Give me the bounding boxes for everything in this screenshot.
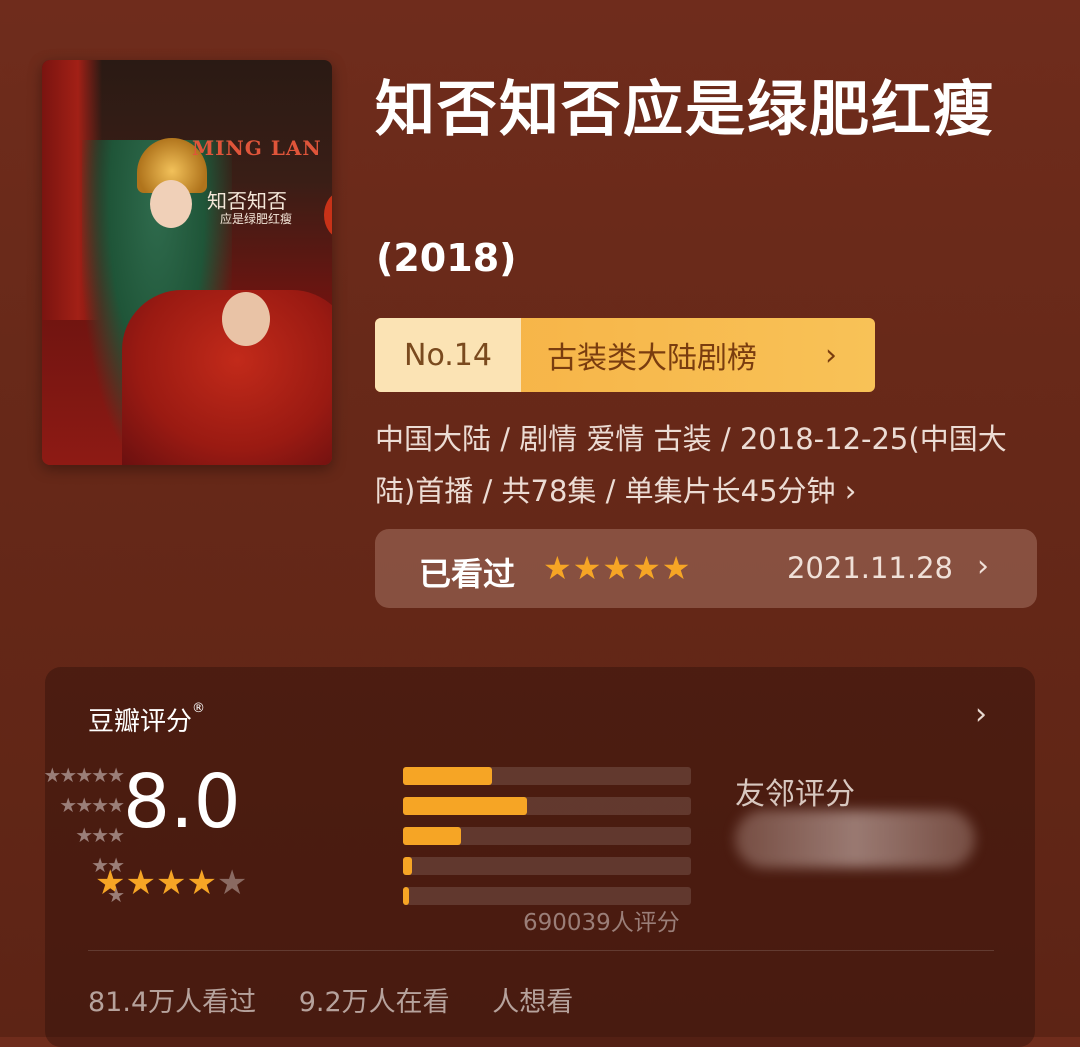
rating-header: 豆瓣评分®	[88, 701, 205, 738]
distribution-track	[403, 827, 691, 845]
stat-want: 人想看	[492, 987, 574, 1018]
ranking-category: 古装类大陆剧榜	[547, 341, 757, 376]
star-empty-icon: ★	[216, 863, 248, 903]
divider	[88, 950, 994, 951]
distribution-track	[403, 857, 691, 875]
show-year: (2018)	[376, 236, 517, 280]
show-meta[interactable]: 中国大陆 / 剧情 爱情 古装 / 2018-12-25(中国大陆)首播 / 共…	[375, 413, 1045, 517]
watched-status-bar[interactable]: 已看过 ★★★★★ 2021.11.28 ›	[375, 529, 1037, 608]
my-rating-stars: ★★★★★	[543, 549, 692, 587]
poster-image[interactable]: MING LAN 知否知否 应是绿肥红瘦	[42, 60, 332, 465]
stat-watched: 81.4万人看过	[88, 987, 257, 1018]
stat-watching: 9.2万人在看	[298, 987, 450, 1018]
show-title: 知否知否应是绿肥红瘦	[375, 75, 995, 145]
poster-lantern	[324, 192, 332, 238]
watched-label: 已看过	[419, 555, 516, 593]
rating-card[interactable]: 豆瓣评分® › 8.0 ★★★★★ ★★★★★ ★★★★ ★★★ ★★ ★ 690039…	[43, 667, 1035, 1047]
distribution-track	[403, 767, 691, 785]
rating-score: 8.0	[123, 759, 241, 845]
chevron-right-icon: ›	[977, 549, 989, 584]
poster-bride-face	[150, 180, 192, 228]
friends-rating-blurred	[735, 810, 975, 868]
distribution-bar	[403, 767, 493, 785]
distribution-star-label: ★★★	[75, 823, 125, 847]
watched-date: 2021.11.28	[786, 551, 953, 585]
distribution-bar	[403, 797, 527, 815]
distribution-star-label: ★	[107, 883, 125, 907]
rating-header-label: 豆瓣评分	[88, 707, 193, 737]
poster-subtitle-cn: 应是绿肥红瘦	[220, 212, 293, 226]
ranking-number: No.14	[375, 318, 521, 392]
distribution-track	[403, 797, 691, 815]
distribution-star-label: ★★	[91, 853, 125, 877]
meta-text: 中国大陆 / 剧情 爱情 古装 / 2018-12-25(中国大陆)首播 / 共…	[375, 422, 1007, 508]
chevron-right-icon: ›	[825, 337, 837, 373]
poster-title-en: MING LAN	[192, 136, 322, 160]
chevron-right-icon[interactable]: ›	[975, 697, 987, 732]
rating-count: 690039人评分	[523, 910, 680, 936]
audience-stats: 81.4万人看过 9.2万人在看 人想看	[88, 980, 607, 1019]
distribution-bar	[403, 887, 409, 905]
friends-rating-title: 友邻评分	[735, 777, 855, 812]
distribution-bar	[403, 827, 461, 845]
chevron-right-icon: ›	[844, 474, 857, 508]
distribution-star-label: ★★★★★	[43, 763, 125, 787]
registered-mark: ®	[192, 701, 206, 716]
distribution-bar	[403, 857, 412, 875]
poster-groom-face	[222, 292, 270, 346]
distribution-star-label: ★★★★	[59, 793, 125, 817]
ranking-badge[interactable]: No.14 古装类大陆剧榜 ›	[375, 318, 875, 392]
